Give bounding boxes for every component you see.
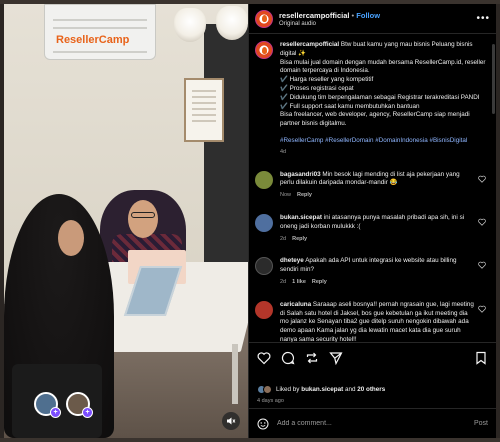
wall-certificate	[184, 78, 224, 142]
header-separator: •	[351, 10, 355, 20]
comments-scrollbar[interactable]	[492, 44, 495, 114]
collab-badge-icon: +	[50, 407, 61, 418]
comment-item: dheteye Apakah ada API untuk integrasi k…	[255, 257, 488, 286]
comment-like-heart-icon[interactable]	[478, 305, 486, 313]
comments-list[interactable]: resellercampofficial Btw buat kamu yang …	[249, 35, 496, 342]
tagged-user-avatar[interactable]: +	[34, 392, 61, 418]
reply-button[interactable]: Reply	[297, 192, 312, 198]
commenter-avatar[interactable]	[255, 213, 273, 232]
tagged-users: + +	[34, 392, 93, 418]
comment-like-heart-icon[interactable]	[478, 218, 486, 226]
comment-item: bagasandri03 Min besok lagi mending di l…	[255, 170, 488, 200]
desk-leg	[232, 344, 238, 404]
ac-slat	[53, 19, 147, 21]
reply-button[interactable]: Reply	[312, 279, 327, 285]
comment-like-heart-icon[interactable]	[478, 261, 486, 270]
caption-line: Bisa freelancer, web developer, agency, …	[280, 111, 470, 128]
post-date[interactable]: 4 days ago	[257, 398, 284, 404]
share-button[interactable]	[329, 351, 343, 365]
post-media[interactable]: ResellerCamp + +	[4, 4, 248, 438]
collab-badge-icon: +	[82, 407, 93, 418]
comment-button[interactable]	[281, 351, 295, 365]
person-right-face	[128, 200, 158, 238]
speaker-muted-icon	[227, 417, 236, 425]
post-caption: resellercampofficial Btw buat kamu yang …	[255, 41, 488, 157]
post-actions-bar	[249, 342, 496, 372]
backdrop-bottom-strip	[0, 438, 500, 442]
bookmark-icon	[476, 351, 486, 365]
send-icon	[329, 351, 343, 365]
audio-label[interactable]: Original audio	[279, 21, 476, 27]
post-side-panel: resellercampofficial • Follow Original a…	[248, 4, 496, 438]
post-comment-button[interactable]: Post	[474, 420, 488, 427]
pendant-lamp	[216, 6, 248, 40]
ac-logo-text: ResellerCamp	[56, 34, 130, 46]
commenter-username[interactable]: caricaluna	[280, 301, 311, 308]
pendant-lamp	[174, 8, 206, 42]
commenter-avatar[interactable]	[255, 257, 273, 276]
caption-time[interactable]: 4d	[280, 148, 488, 157]
person-right-glasses	[131, 212, 155, 218]
liker-avatar	[263, 385, 272, 394]
caption-line: ✔️ Full support saat kamu membutuhkan ba…	[280, 102, 420, 110]
caption-username[interactable]: resellercampofficial	[280, 41, 339, 48]
commenter-username[interactable]: bagasandri03	[280, 171, 321, 178]
ac-slat	[53, 51, 147, 53]
caption-hashtags[interactable]: #ResellerCamp #ResellerDomain #DomainInd…	[280, 137, 488, 146]
person-left-face	[58, 220, 84, 256]
media-air-conditioner	[44, 4, 156, 60]
comment-time[interactable]: 2d	[280, 236, 286, 242]
commenter-avatar[interactable]	[255, 170, 273, 189]
follow-button[interactable]: Follow	[356, 11, 380, 20]
caption-line: ✔️ Didukung tim berpengalaman sebagai Re…	[280, 93, 480, 101]
likes-others[interactable]: 20 others	[357, 386, 385, 393]
comment-text: Apakah ada API untuk integrasi ke websit…	[280, 257, 457, 274]
caption-line: ✔️ Harga reseller yang kompetitif	[280, 76, 374, 84]
comment-time[interactable]: 2d	[280, 279, 286, 285]
certificate-text-lines	[192, 90, 216, 126]
add-comment-bar: Post	[249, 408, 496, 438]
emoji-icon[interactable]	[257, 418, 269, 430]
ac-slat	[53, 27, 147, 29]
comment-like-count[interactable]: 1 like	[292, 279, 306, 285]
comment-like-heart-icon[interactable]	[478, 175, 486, 183]
more-options-icon[interactable]: •••	[476, 13, 490, 24]
caption-avatar[interactable]	[255, 41, 273, 59]
commenter-username[interactable]: bukan.sicepat	[280, 214, 322, 221]
tagged-user-avatar[interactable]: +	[66, 392, 93, 418]
post-dialog: ResellerCamp + + resellercampofficial • …	[4, 4, 496, 438]
reply-button[interactable]: Reply	[292, 236, 307, 242]
comment-bubble-icon	[281, 351, 295, 364]
post-header: resellercampofficial • Follow Original a…	[249, 4, 496, 34]
comment-item: bukan.sicepat ini atasannya punya masala…	[255, 213, 488, 243]
repost-button[interactable]	[305, 351, 319, 365]
like-button[interactable]	[257, 351, 271, 365]
caption-line: Bisa mulai jual domain dengan mudah bers…	[280, 58, 486, 75]
caption-line: ✔️ Proses registrasi cepat	[280, 84, 354, 92]
repost-icon	[306, 352, 318, 363]
likes-prefix: Liked by	[276, 386, 300, 393]
likes-user[interactable]: bukan.sicepat	[301, 386, 343, 393]
heart-icon	[257, 351, 271, 364]
mute-toggle-button[interactable]	[222, 412, 240, 430]
add-comment-input[interactable]	[277, 420, 474, 427]
commenter-avatar[interactable]	[255, 300, 273, 319]
comment-time[interactable]: Now	[280, 192, 291, 198]
likes-summary[interactable]: Liked by bukan.sicepat and 20 others	[257, 385, 385, 394]
save-button[interactable]	[474, 351, 488, 365]
comment-item: caricaluna Saraaap aseli bosnya!! pernah…	[255, 300, 488, 342]
header-username[interactable]: resellercampofficial	[279, 11, 349, 20]
likes-middle: and	[344, 386, 356, 393]
commenter-username[interactable]: dheteye	[280, 257, 304, 264]
header-text: resellercampofficial • Follow Original a…	[279, 11, 476, 27]
account-avatar[interactable]	[255, 9, 273, 28]
